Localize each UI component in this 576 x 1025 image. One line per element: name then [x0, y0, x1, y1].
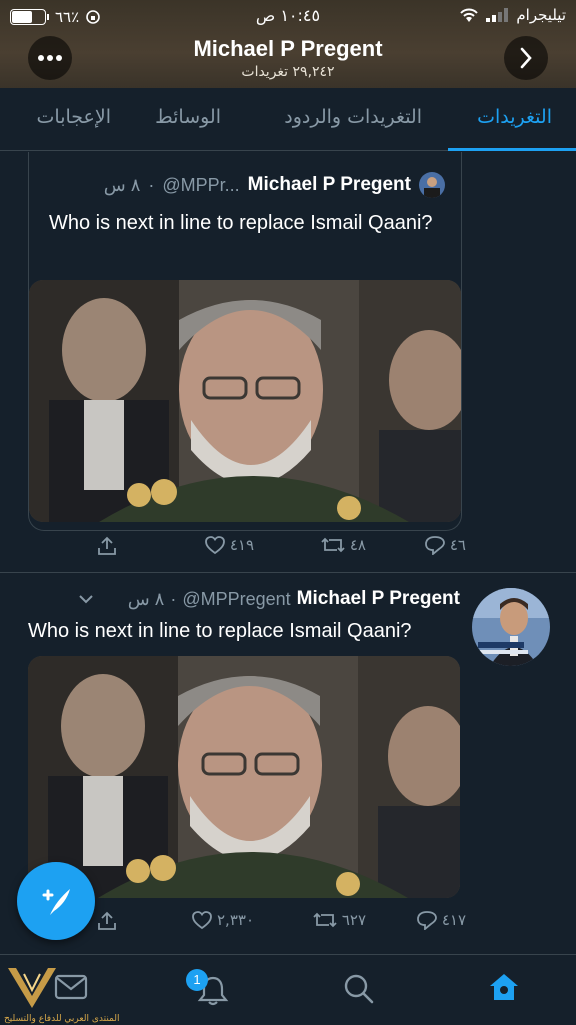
reply-count: ٤١٧ — [441, 911, 466, 929]
tab-tweets-replies[interactable]: التغريدات والردود — [284, 106, 422, 128]
divider — [0, 572, 576, 573]
share-icon — [98, 911, 116, 930]
tweet-time: ٨ س — [127, 588, 165, 609]
profile-header: ٦٦٪ ١٠:٤٥ ص تيليجرام Michael P Pregent ٢… — [0, 0, 576, 88]
reply-button[interactable]: ٤٦ — [424, 535, 466, 555]
quoted-tweet-card[interactable]: ٨ س · @MPPr... Michael P Pregent Who is … — [28, 152, 462, 531]
quoted-tweet-header: ٨ س · @MPPr... Michael P Pregent — [104, 172, 445, 198]
home-icon — [490, 974, 518, 1000]
quoted-tweet-actions: ٤٦ ٤٨ ٤١٩ — [96, 535, 466, 563]
tweet-photo[interactable] — [29, 280, 461, 522]
carrier-name: تيليجرام — [516, 6, 566, 24]
tweet-text: Who is next in line to replace Ismail Qa… — [28, 620, 412, 642]
chevron-right-icon — [520, 47, 532, 69]
tweet-count: ٢٩,٢٤٢ تغريدات — [241, 64, 335, 80]
tweet-header: ٨ س · @MPPregent Michael P Pregent — [78, 588, 460, 610]
like-count: ٢,٣٣٠ — [217, 911, 254, 929]
retweet-button[interactable]: ٦٢٧ — [312, 910, 366, 930]
quoted-tweet-name: Michael P Pregent — [247, 174, 411, 195]
tweet-photo[interactable] — [28, 656, 460, 898]
quoted-tweet-text: Who is next in line to replace Ismail Qa… — [49, 212, 433, 234]
notifications-badge: 1 — [186, 969, 208, 991]
tweet-actions: ٤١٧ ٦٢٧ ٢,٣٣٠ — [96, 910, 466, 938]
share-icon — [98, 536, 116, 555]
profile-tabs: التغريدات التغريدات والردود الوسائط الإع… — [0, 88, 576, 151]
quoted-tweet-time: ٨ س — [103, 174, 141, 195]
search-icon — [344, 974, 374, 1004]
compose-tweet-button[interactable] — [17, 862, 95, 940]
like-button[interactable]: ٤١٩ — [204, 535, 254, 555]
tab-likes[interactable]: الإعجابات — [37, 106, 111, 128]
retweet-button[interactable]: ٤٨ — [320, 535, 366, 555]
like-count: ٤١٩ — [229, 536, 254, 554]
back-button[interactable] — [504, 36, 548, 80]
tweet-author-name: Michael P Pregent — [296, 588, 460, 609]
profile-name: Michael P Pregent — [193, 36, 383, 61]
retweet-icon — [313, 912, 337, 928]
active-tab-indicator — [448, 148, 576, 151]
reply-count: ٤٦ — [449, 536, 466, 554]
avatar[interactable] — [472, 588, 550, 666]
watermark-text: المنتدى العربي للدفاع والتسليح — [4, 1014, 120, 1024]
tweet-handle: @MPPregent — [182, 588, 291, 609]
carrier-info: تيليجرام — [458, 6, 566, 24]
reply-icon — [416, 911, 437, 930]
compose-feather-icon — [42, 889, 70, 915]
heart-icon — [192, 911, 212, 930]
quoted-tweet-handle: @MPPr... — [162, 174, 240, 195]
status-bar: ٦٦٪ ١٠:٤٥ ص تيليجرام — [0, 4, 576, 28]
retweet-count: ٦٢٧ — [341, 911, 366, 929]
search-tab[interactable] — [343, 973, 375, 1009]
tab-tweets[interactable]: التغريدات — [477, 106, 552, 128]
tab-media[interactable]: الوسائط — [155, 106, 221, 128]
avatar[interactable] — [419, 172, 445, 198]
like-button[interactable]: ٢,٣٣٠ — [191, 910, 254, 930]
heart-icon — [204, 536, 225, 555]
retweet-count: ٤٨ — [349, 536, 366, 554]
share-button[interactable] — [96, 910, 118, 932]
chevron-down-icon[interactable] — [78, 594, 94, 604]
signal-icon — [486, 8, 509, 22]
share-button[interactable] — [96, 535, 118, 557]
reply-button[interactable]: ٤١٧ — [416, 910, 466, 930]
wifi-icon — [460, 8, 479, 22]
home-tab[interactable] — [486, 969, 522, 1009]
retweet-icon — [321, 537, 345, 553]
reply-icon — [424, 536, 445, 555]
